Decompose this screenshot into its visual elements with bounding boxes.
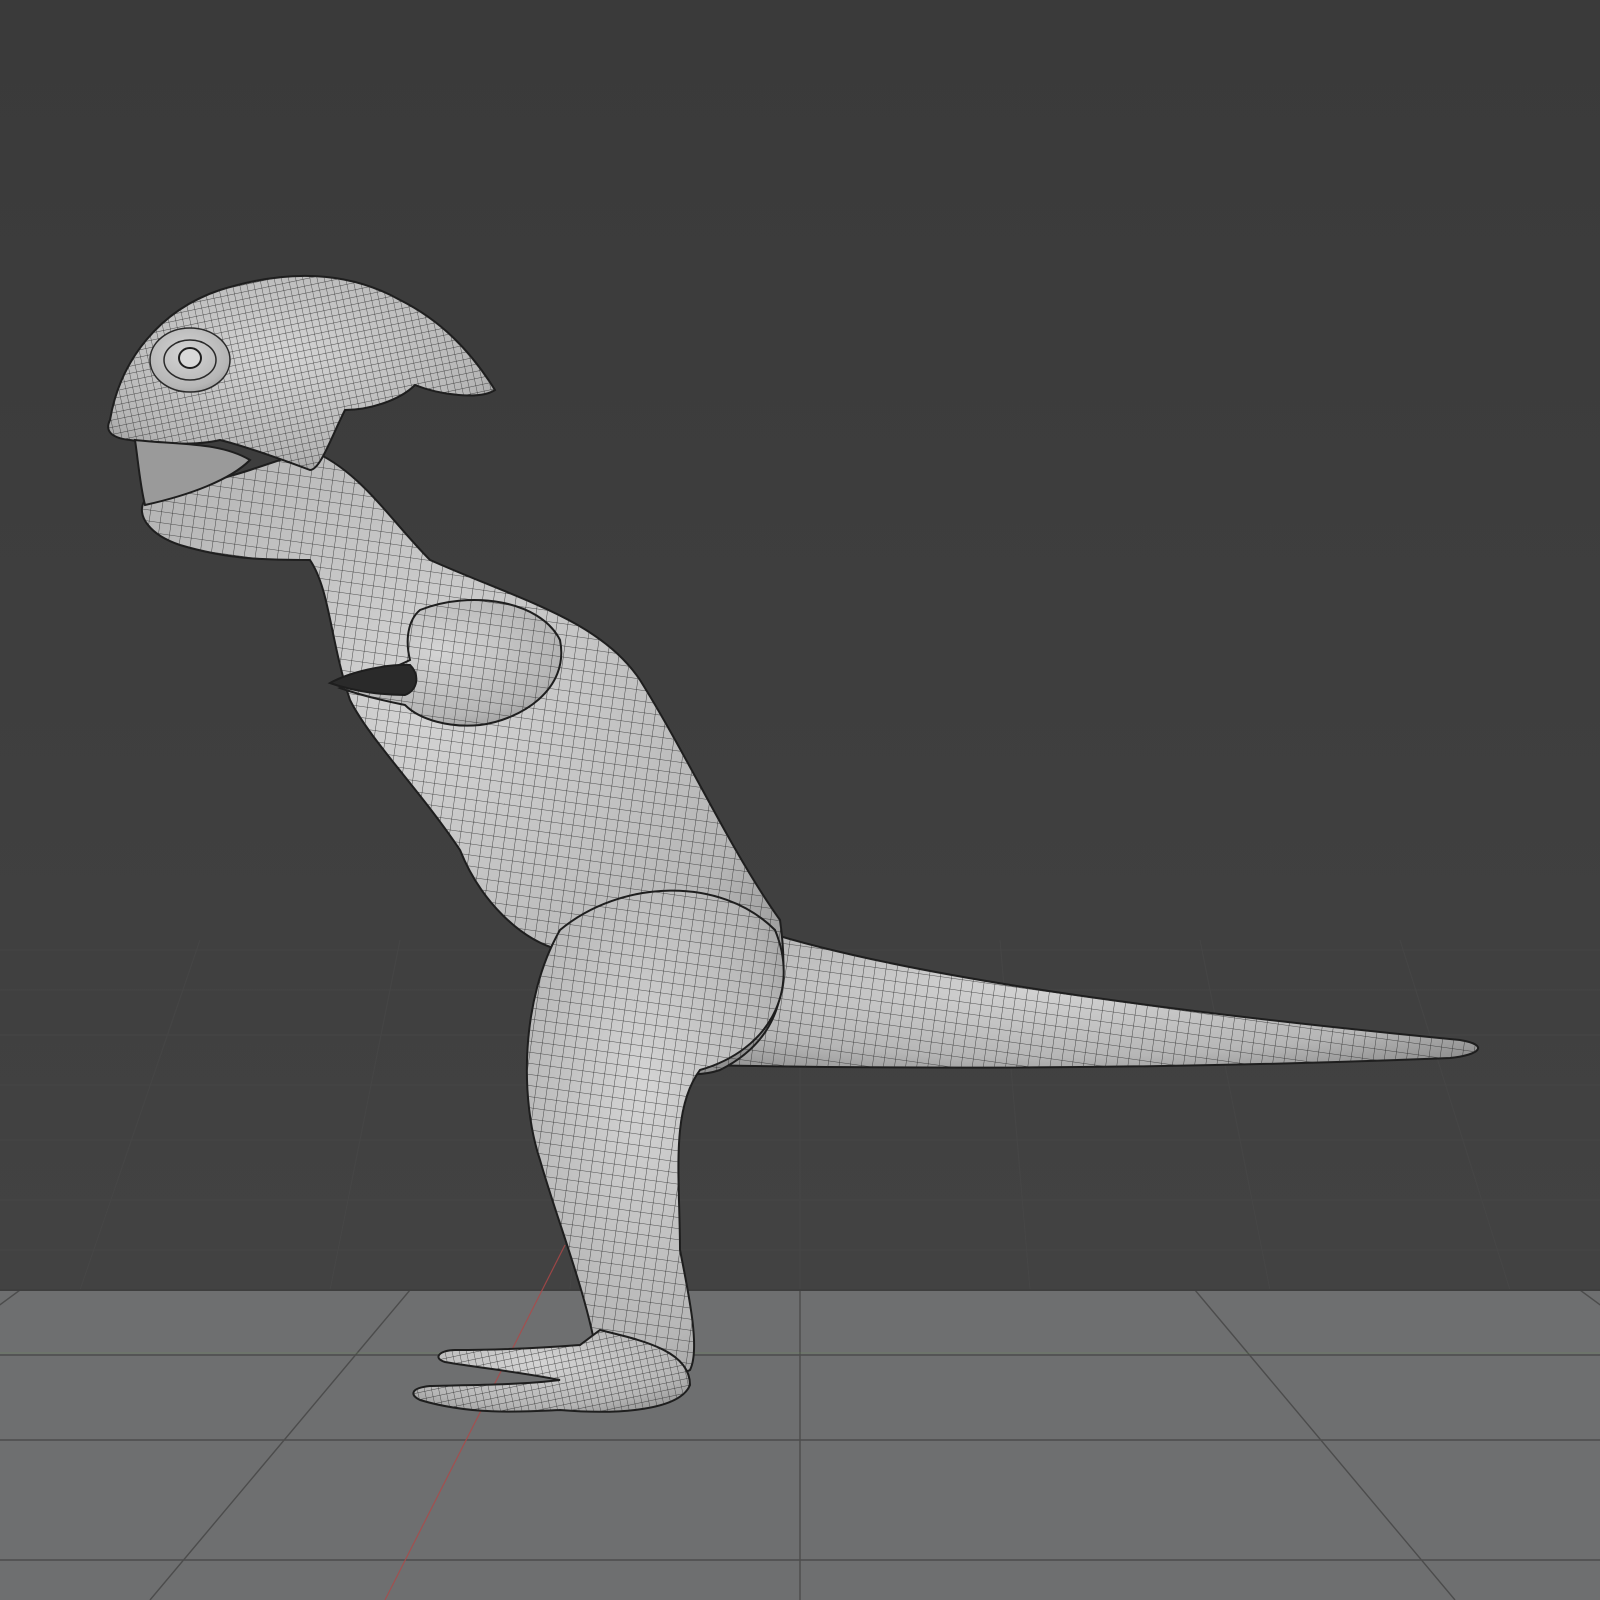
- eye-icon: [149, 327, 231, 393]
- 3d-viewport[interactable]: [0, 0, 1600, 1600]
- ground-plane: [0, 1289, 1600, 1600]
